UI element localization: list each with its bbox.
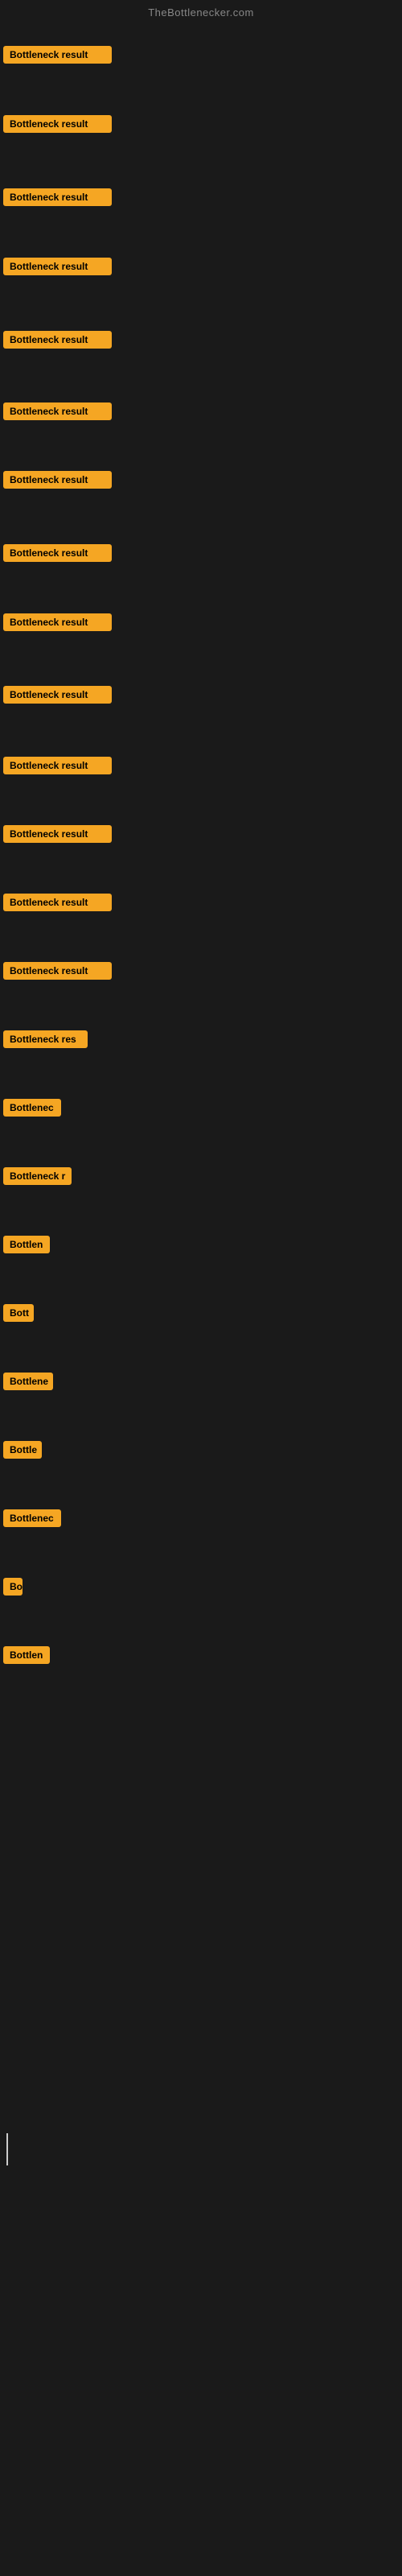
bottleneck-result-row[interactable]: Bottleneck result: [3, 894, 112, 915]
bottleneck-badge[interactable]: Bottleneck result: [3, 894, 112, 911]
bottleneck-result-row[interactable]: Bottleneck result: [3, 825, 112, 847]
bottleneck-badge[interactable]: Bottleneck result: [3, 188, 112, 206]
bottleneck-badge[interactable]: Bottleneck result: [3, 686, 112, 704]
bottleneck-result-row[interactable]: Bottleneck result: [3, 544, 112, 566]
cursor: [6, 2133, 8, 2165]
bottleneck-badge[interactable]: Bottleneck result: [3, 258, 112, 275]
site-header: TheBottlenecker.com: [0, 0, 402, 22]
bottleneck-badge[interactable]: Bottleneck result: [3, 471, 112, 489]
bottleneck-result-row[interactable]: Bott: [3, 1304, 34, 1326]
bottleneck-badge[interactable]: Bottleneck result: [3, 825, 112, 843]
bottleneck-result-row[interactable]: Bottlenec: [3, 1099, 61, 1121]
bottleneck-badge[interactable]: Bottlene: [3, 1373, 53, 1390]
bottleneck-result-row[interactable]: Bottleneck result: [3, 258, 112, 279]
bottleneck-badge[interactable]: Bottleneck result: [3, 757, 112, 774]
bottleneck-result-row[interactable]: Bo: [3, 1578, 23, 1600]
bottleneck-result-row[interactable]: Bottleneck result: [3, 46, 112, 68]
bottleneck-result-row[interactable]: Bottleneck result: [3, 115, 112, 137]
bottleneck-badge[interactable]: Bottleneck result: [3, 544, 112, 562]
bottleneck-result-row[interactable]: Bottleneck result: [3, 471, 112, 493]
bottleneck-result-row[interactable]: Bottlenec: [3, 1509, 61, 1531]
bottleneck-result-row[interactable]: Bottleneck result: [3, 962, 112, 984]
bottleneck-result-row[interactable]: Bottleneck result: [3, 402, 112, 424]
bottleneck-result-row[interactable]: Bottleneck r: [3, 1167, 72, 1189]
bottleneck-badge[interactable]: Bottleneck result: [3, 331, 112, 349]
bottleneck-badge[interactable]: Bottleneck r: [3, 1167, 72, 1185]
bottleneck-result-row[interactable]: Bottlene: [3, 1373, 53, 1394]
bottleneck-result-row[interactable]: Bottleneck res: [3, 1030, 88, 1052]
bottleneck-badge[interactable]: Bottlenec: [3, 1509, 61, 1527]
bottleneck-badge[interactable]: Bottlen: [3, 1236, 50, 1253]
bottleneck-badge[interactable]: Bottleneck result: [3, 402, 112, 420]
bottleneck-result-row[interactable]: Bottleneck result: [3, 757, 112, 778]
bottleneck-badge[interactable]: Bottle: [3, 1441, 42, 1459]
bottleneck-result-row[interactable]: Bottleneck result: [3, 613, 112, 635]
bottleneck-result-row[interactable]: Bottlen: [3, 1236, 50, 1257]
bottleneck-result-row[interactable]: Bottle: [3, 1441, 42, 1463]
bottleneck-badge[interactable]: Bottlen: [3, 1646, 50, 1664]
bottleneck-badge[interactable]: Bottleneck result: [3, 613, 112, 631]
bottleneck-badge[interactable]: Bottlenec: [3, 1099, 61, 1117]
bottleneck-badge[interactable]: Bottleneck res: [3, 1030, 88, 1048]
bottleneck-result-row[interactable]: Bottlen: [3, 1646, 50, 1668]
site-title: TheBottlenecker.com: [148, 6, 254, 19]
bottleneck-badge[interactable]: Bott: [3, 1304, 34, 1322]
bottleneck-result-row[interactable]: Bottleneck result: [3, 188, 112, 210]
bottleneck-badge[interactable]: Bottleneck result: [3, 46, 112, 64]
bottleneck-result-row[interactable]: Bottleneck result: [3, 331, 112, 353]
bottleneck-badge[interactable]: Bottleneck result: [3, 962, 112, 980]
bottleneck-result-row[interactable]: Bottleneck result: [3, 686, 112, 708]
bottleneck-badge[interactable]: Bottleneck result: [3, 115, 112, 133]
bottleneck-badge[interactable]: Bo: [3, 1578, 23, 1596]
